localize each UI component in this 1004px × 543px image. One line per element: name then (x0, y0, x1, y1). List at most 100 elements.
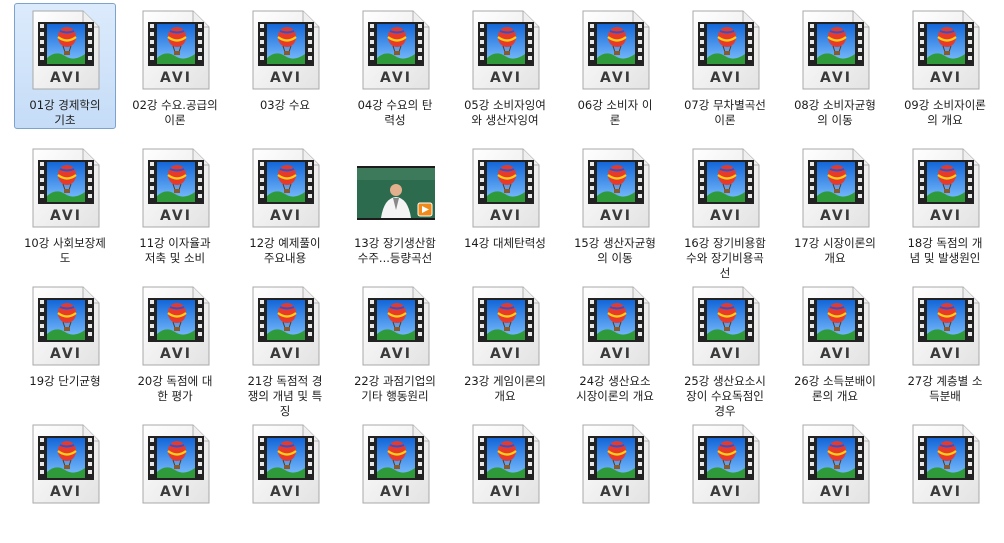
svg-text:AVI: AVI (50, 484, 82, 500)
file-item[interactable]: AVI 15강 생산자균형 의 이동 (564, 141, 666, 267)
svg-text:AVI: AVI (270, 208, 302, 224)
avi-file-icon: AVI (687, 10, 765, 90)
file-item[interactable]: AVI 05강 소비자잉여 와 생산자잉여 (454, 3, 556, 129)
file-item[interactable]: AVI (674, 417, 776, 543)
file-item[interactable]: AVI 22강 과점기업의 기타 행동원리 (344, 279, 446, 405)
file-item[interactable]: AVI 26강 소득분배이 론의 개요 (784, 279, 886, 405)
avi-file-icon: AVI (247, 286, 325, 366)
avi-file-icon: AVI (907, 424, 985, 504)
file-item[interactable]: AVI 20강 독점에 대 한 평가 (124, 279, 226, 405)
avi-file-icon: AVI (137, 148, 215, 228)
file-item[interactable]: AVI 14강 대체탄력성 (454, 141, 556, 267)
svg-text:AVI: AVI (160, 70, 192, 86)
file-item[interactable]: AVI 08강 소비자균형 의 이동 (784, 3, 886, 129)
avi-file-icon: AVI (577, 148, 655, 228)
file-item[interactable]: AVI 03강 수요 (234, 3, 336, 129)
avi-file-icon: AVI (357, 286, 435, 366)
file-item[interactable]: AVI 17강 시장이론의 개요 (784, 141, 886, 267)
avi-file-icon: AVI (137, 10, 215, 90)
file-item[interactable]: AVI 24강 생산요소 시장이론의 개요 (564, 279, 666, 405)
avi-file-icon: AVI (797, 286, 875, 366)
file-item[interactable]: AVI 07강 무차별곡선 이론 (674, 3, 776, 129)
svg-text:AVI: AVI (710, 484, 742, 500)
svg-text:AVI: AVI (490, 208, 522, 224)
svg-text:AVI: AVI (50, 346, 82, 362)
file-item[interactable]: AVI (124, 417, 226, 543)
avi-file-icon: AVI (467, 148, 545, 228)
file-item[interactable]: AVI 25강 생산요소시 장이 수요독점인 경우 (674, 279, 776, 418)
file-item[interactable]: AVI 18강 독점의 개 념 및 발생원인 (894, 141, 996, 267)
file-item[interactable]: AVI 06강 소비자 이 론 (564, 3, 666, 129)
avi-file-icon: AVI (27, 424, 105, 504)
avi-file-icon: AVI (27, 286, 105, 366)
file-item[interactable]: AVI 27강 계층별 소 득분배 (894, 279, 996, 405)
avi-file-icon: AVI (357, 10, 435, 90)
file-item[interactable]: AVI (234, 417, 336, 543)
file-name-label: 07강 무차별곡선 이론 (684, 98, 766, 127)
file-name-label: 17강 시장이론의 개요 (794, 236, 876, 265)
svg-text:AVI: AVI (710, 346, 742, 362)
svg-text:AVI: AVI (930, 484, 962, 500)
svg-text:AVI: AVI (820, 346, 852, 362)
avi-file-icon: AVI (247, 148, 325, 228)
file-name-label: 04강 수요의 탄 력성 (357, 98, 433, 127)
avi-file-icon: AVI (247, 10, 325, 90)
svg-text:AVI: AVI (600, 70, 632, 86)
avi-file-icon: AVI (577, 424, 655, 504)
file-item[interactable]: AVI 01강 경제학의 기초 (14, 3, 116, 129)
avi-file-icon: AVI (797, 10, 875, 90)
svg-text:AVI: AVI (820, 484, 852, 500)
file-item[interactable]: AVI (344, 417, 446, 543)
svg-text:AVI: AVI (820, 70, 852, 86)
svg-text:AVI: AVI (380, 70, 412, 86)
avi-file-icon: AVI (577, 10, 655, 90)
avi-file-icon: AVI (467, 286, 545, 366)
file-item[interactable]: AVI 16강 장기비용함 수와 장기비용곡 선 (674, 141, 776, 280)
file-name-label: 02강 수요.공급의 이론 (132, 98, 218, 127)
file-name-label: 08강 소비자균형 의 이동 (794, 98, 876, 127)
file-item[interactable]: AVI 12강 예제풀이 주요내용 (234, 141, 336, 267)
file-name-label: 12강 예제풀이 주요내용 (249, 236, 321, 265)
file-item[interactable]: AVI 21강 독점적 경 쟁의 개념 및 특 징 (234, 279, 336, 418)
file-name-label: 25강 생산요소시 장이 수요독점인 경우 (684, 374, 766, 418)
file-name-label: 24강 생산요소 시장이론의 개요 (576, 374, 654, 403)
file-name-label: 26강 소득분배이 론의 개요 (794, 374, 876, 403)
avi-file-icon: AVI (797, 148, 875, 228)
avi-file-icon: AVI (357, 424, 435, 504)
file-item[interactable]: AVI 11강 이자율과 저축 및 소비 (124, 141, 226, 267)
svg-text:AVI: AVI (380, 346, 412, 362)
file-name-label: 19강 단기균형 (29, 374, 101, 388)
file-item[interactable]: AVI (564, 417, 666, 543)
file-item[interactable]: AVI (454, 417, 556, 543)
file-item[interactable]: 13강 장기생산함 수주...등량곡선 (344, 141, 446, 267)
svg-text:AVI: AVI (270, 70, 302, 86)
avi-file-icon: AVI (907, 148, 985, 228)
file-item[interactable]: AVI 04강 수요의 탄 력성 (344, 3, 446, 129)
svg-text:AVI: AVI (930, 208, 962, 224)
svg-text:AVI: AVI (160, 208, 192, 224)
avi-file-icon: AVI (687, 148, 765, 228)
file-item[interactable]: AVI 09강 소비자이론 의 개요 (894, 3, 996, 129)
file-item[interactable]: AVI 23강 게임이론의 개요 (454, 279, 556, 405)
avi-file-icon: AVI (467, 10, 545, 90)
file-item[interactable]: AVI (784, 417, 886, 543)
svg-text:AVI: AVI (600, 208, 632, 224)
avi-file-icon: AVI (687, 424, 765, 504)
file-item[interactable]: AVI (894, 417, 996, 543)
file-item[interactable]: AVI (14, 417, 116, 543)
avi-file-icon: AVI (467, 424, 545, 504)
svg-text:AVI: AVI (160, 346, 192, 362)
avi-file-icon: AVI (247, 424, 325, 504)
avi-file-icon: AVI (137, 424, 215, 504)
file-name-label: 23강 게임이론의 개요 (464, 374, 546, 403)
file-name-label: 10강 사회보장제 도 (24, 236, 106, 265)
file-item[interactable]: AVI 10강 사회보장제 도 (14, 141, 116, 267)
file-item[interactable]: AVI 19강 단기균형 (14, 279, 116, 405)
svg-text:AVI: AVI (50, 70, 82, 86)
svg-text:AVI: AVI (380, 484, 412, 500)
svg-text:AVI: AVI (710, 70, 742, 86)
svg-text:AVI: AVI (710, 208, 742, 224)
file-name-label: 09강 소비자이론 의 개요 (904, 98, 986, 127)
avi-file-icon: AVI (137, 286, 215, 366)
file-item[interactable]: AVI 02강 수요.공급의 이론 (124, 3, 226, 129)
